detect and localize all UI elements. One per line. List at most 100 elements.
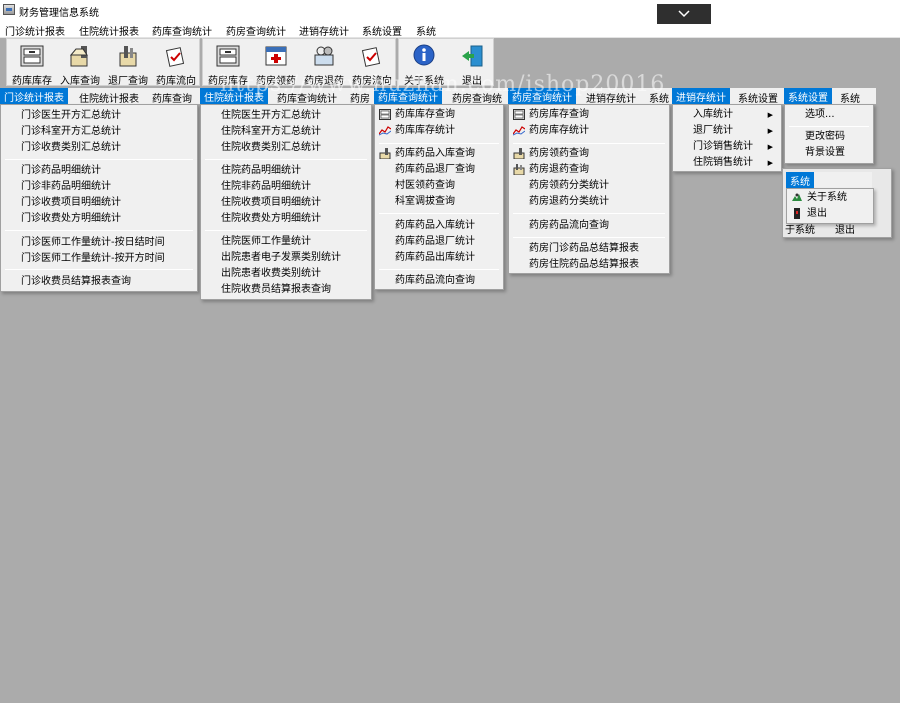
menu-item[interactable]: 住院科室开方汇总统计 xyxy=(201,124,371,140)
menu-item[interactable]: 药房药品流向查询 xyxy=(509,218,669,234)
menu-pharmacy-store-dropdown: 药库库存查询 药库库存统计 药库药品入库查询 药库药品退厂查询 村医领药查询 科… xyxy=(374,104,504,290)
menu-item[interactable]: 门诊科室开方汇总统计 xyxy=(1,124,197,140)
flow-icon xyxy=(361,47,381,67)
system-menu-header: 系统 xyxy=(786,172,872,188)
menu-item[interactable]: 门诊药品明细统计 xyxy=(1,163,197,179)
menu-settings[interactable]: 系统设置 xyxy=(362,23,402,38)
room-stock-button[interactable]: 药房库存 xyxy=(205,41,251,87)
menu-separator xyxy=(5,159,193,160)
menu-separator xyxy=(379,269,499,270)
pill-return-icon xyxy=(314,46,334,66)
menu-separator xyxy=(379,143,499,144)
tab-store[interactable]: 药库查询 xyxy=(152,90,192,105)
menu-settings-dropdown: 选项... 更改密码 背景设置 xyxy=(784,104,874,164)
menu-item[interactable]: 入库统计 ▶ xyxy=(673,107,781,123)
about-system-button[interactable]: 关于系统 xyxy=(401,41,447,87)
menu-item[interactable]: 药库药品出库统计 xyxy=(375,250,503,266)
menu-item[interactable]: 门诊收费员结算报表查询 xyxy=(1,274,197,290)
tab-inventory[interactable]: 进销存统计 xyxy=(672,88,730,104)
menu-item[interactable]: 门诊销售统计 ▶ xyxy=(673,139,781,155)
room-return-button[interactable]: 药房退药 xyxy=(301,41,347,87)
tab-room[interactable]: 药房查询统计 xyxy=(508,88,576,104)
menu-item[interactable]: 出院患者电子发票类别统计 xyxy=(201,250,371,266)
menu-item[interactable]: 住院收费类别汇总统计 xyxy=(201,140,371,156)
menu-item[interactable]: 出院患者收费类别统计 xyxy=(201,266,371,282)
tab-inpatient[interactable]: 住院统计报表 xyxy=(200,88,268,104)
tab-settings[interactable]: 系统设置 xyxy=(738,90,778,105)
tab-room[interactable]: 药房 xyxy=(350,90,370,105)
inbound-query-button[interactable]: 入库查询 xyxy=(57,41,103,87)
chevron-down-icon[interactable] xyxy=(657,4,711,24)
tab-outpatient[interactable]: 门诊统计报表 xyxy=(0,88,68,104)
room-flow-button[interactable]: 药房流向 xyxy=(349,41,395,87)
menu-separator xyxy=(205,230,367,231)
tab-system[interactable]: 系统 xyxy=(786,172,814,188)
menu-inventory[interactable]: 进销存统计 xyxy=(299,23,349,38)
menu-item-change-password[interactable]: 更改密码 xyxy=(785,129,873,145)
toolbar-system: 关于系统 退出 xyxy=(398,38,495,87)
tab-store[interactable]: 药库查询统计 xyxy=(277,90,337,105)
menu-outpatient: 门诊医生开方汇总统计 门诊科室开方汇总统计 门诊收费类别汇总统计 门诊药品明细统… xyxy=(0,104,198,292)
tab-store[interactable]: 药库查询统计 xyxy=(374,88,442,104)
menu-item[interactable]: 门诊收费类别汇总统计 xyxy=(1,140,197,156)
menu-pharmacy-store[interactable]: 药库查询统计 xyxy=(152,23,212,38)
menu-item[interactable]: 住院医生开方汇总统计 xyxy=(201,108,371,124)
menu-item[interactable]: 科室调拔查询 xyxy=(375,194,503,210)
menu-item[interactable]: 药库库存统计 xyxy=(375,123,503,139)
menu-system[interactable]: 系统 xyxy=(416,23,436,38)
tab-settings[interactable]: 系统设置 xyxy=(784,88,832,104)
store-flow-button[interactable]: 药库流向 xyxy=(153,41,199,87)
menu-item[interactable]: 门诊医师工作量统计-按日结时间 xyxy=(1,235,197,251)
menu-item[interactable]: 药库药品入库统计 xyxy=(375,218,503,234)
tab-room[interactable]: 药房查询统 xyxy=(452,90,502,105)
menu-item[interactable]: 药房领药分类统计 xyxy=(509,178,669,194)
menu-item[interactable]: 住院医师工作量统计 xyxy=(201,234,371,250)
toolbar-store: 药库库存 入库查询 退厂查询 药库流向 xyxy=(6,38,200,87)
menu-bar: 门诊统计报表 住院统计报表 药库查询统计 药房查询统计 进销存统计 系统设置 系… xyxy=(0,20,900,38)
return-query-button[interactable]: 退厂查询 xyxy=(105,41,151,87)
menu-item-options[interactable]: 选项... xyxy=(785,107,873,123)
menu-outpatient-reports[interactable]: 门诊统计报表 xyxy=(5,23,65,38)
menu-item[interactable]: 住院收费处方明细统计 xyxy=(201,211,371,227)
menu-item[interactable]: 住院收费项目明细统计 xyxy=(201,195,371,211)
submenu-arrow-icon: ▶ xyxy=(767,127,773,135)
exit-button[interactable]: 退出 xyxy=(449,41,495,87)
room-dispense-button[interactable]: 药房领药 xyxy=(253,41,299,87)
menu-item[interactable]: 门诊非药品明细统计 xyxy=(1,179,197,195)
tab-inventory[interactable]: 进销存统计 xyxy=(586,90,636,105)
menu-item[interactable]: 药库库存查询 xyxy=(375,107,503,123)
menu-item[interactable]: 退厂统计 ▶ xyxy=(673,123,781,139)
menu-item[interactable]: 门诊医师工作量统计-按开方时间 xyxy=(1,251,197,267)
tab-inpatient[interactable]: 住院统计报表 xyxy=(79,90,139,105)
tab-system[interactable]: 系统 xyxy=(649,90,669,105)
menu-item-background[interactable]: 背景设置 xyxy=(785,145,873,161)
menu-item[interactable]: 住院非药品明细统计 xyxy=(201,179,371,195)
menu-item[interactable]: 药房住院药品总结算报表 xyxy=(509,257,669,273)
menu-item-about[interactable]: 关于系统 xyxy=(787,190,873,206)
tab-system[interactable]: 系统 xyxy=(840,90,860,105)
menu-item[interactable]: 住院收费员结算报表查询 xyxy=(201,282,371,298)
menu-item[interactable]: 药库药品流向查询 xyxy=(375,273,503,289)
menu-header-strip-e: 进销存统计 系统设置 xyxy=(672,88,784,105)
menu-item[interactable]: 药库药品退厂查询 xyxy=(375,162,503,178)
menu-item[interactable]: 门诊收费处方明细统计 xyxy=(1,211,197,227)
menu-header-strip-a: 门诊统计报表 住院统计报表 药库查询 xyxy=(0,88,200,105)
menu-item[interactable]: 药房退药查询 xyxy=(509,162,669,178)
menu-inpatient-reports[interactable]: 住院统计报表 xyxy=(79,23,139,38)
menu-item[interactable]: 住院药品明细统计 xyxy=(201,163,371,179)
menu-item[interactable]: 药房退药分类统计 xyxy=(509,194,669,210)
menu-item[interactable]: 药房门诊药品总结算报表 xyxy=(509,241,669,257)
menu-item[interactable]: 村医领药查询 xyxy=(375,178,503,194)
menu-item[interactable]: 门诊收费项目明细统计 xyxy=(1,195,197,211)
menu-item[interactable]: 住院销售统计 ▶ xyxy=(673,155,781,171)
menu-item[interactable]: 门诊医生开方汇总统计 xyxy=(1,108,197,124)
menu-inpatient: 住院医生开方汇总统计 住院科室开方汇总统计 住院收费类别汇总统计 住院药品明细统… xyxy=(200,104,372,300)
menu-item[interactable]: 药库药品退厂统计 xyxy=(375,234,503,250)
menu-item-exit[interactable]: 退出 xyxy=(787,206,873,222)
menu-item[interactable]: 药房领药查询 xyxy=(509,146,669,162)
menu-pharmacy-room[interactable]: 药房查询统计 xyxy=(226,23,286,38)
menu-item[interactable]: 药房库存查询 xyxy=(509,107,669,123)
store-stock-button[interactable]: 药库库存 xyxy=(9,41,55,87)
menu-item[interactable]: 药房库存统计 xyxy=(509,123,669,139)
menu-item[interactable]: 药库药品入库查询 xyxy=(375,146,503,162)
